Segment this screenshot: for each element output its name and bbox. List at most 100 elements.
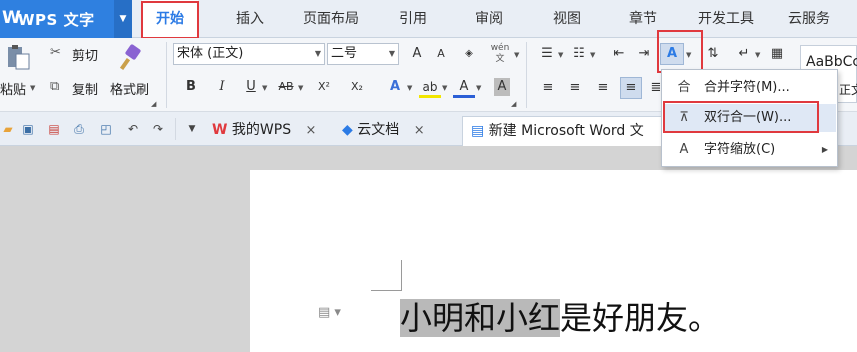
numbering-icon[interactable]: ☷	[568, 43, 590, 65]
app-name: WPS 文字	[18, 11, 95, 29]
underline-dropdown-icon[interactable]: ▼	[262, 84, 267, 92]
tab-insert[interactable]: 插入	[225, 0, 275, 38]
menu-item-label: 合并字符(M)...	[704, 80, 790, 95]
submenu-arrow-icon: ▶	[821, 145, 828, 154]
tab-page-layout[interactable]: 页面布局	[295, 0, 367, 38]
document-text-line[interactable]: 小明和小红是好朋友。	[400, 293, 720, 339]
tab-developer[interactable]: 开发工具	[690, 0, 762, 38]
phonetic-guide-button[interactable]: wén 文	[485, 43, 515, 65]
menu-item-combine-chars[interactable]: 合 合并字符(M)...	[664, 74, 836, 102]
print-preview-icon[interactable]: ◰	[98, 121, 114, 137]
tab-cloud-docs[interactable]: ◆ 云文档 ×	[342, 116, 425, 146]
open-folder-icon[interactable]: ▰	[0, 121, 16, 137]
font-name-select[interactable]: 宋体 (正文) ▼	[173, 43, 325, 65]
group-separator	[526, 42, 527, 108]
align-left-icon[interactable]: ≡	[537, 77, 559, 99]
superscript-button[interactable]: X²	[313, 76, 335, 98]
close-icon[interactable]: ×	[414, 123, 425, 138]
decrease-indent-icon[interactable]: ⇤	[608, 43, 630, 65]
menu-item-label: 字符缩放(C)	[704, 142, 776, 157]
justify-icon[interactable]: ≡	[620, 77, 642, 99]
bullets-icon[interactable]: ☰	[536, 43, 558, 65]
selected-text[interactable]: 小明和小红	[400, 299, 561, 337]
scissors-icon: ✂	[50, 45, 61, 60]
char-shading-button[interactable]: A	[494, 78, 510, 96]
tab-chapter[interactable]: 章节	[620, 0, 666, 38]
document-text[interactable]: 是好朋友。	[560, 299, 720, 337]
align-right-icon[interactable]: ≡	[592, 77, 614, 99]
char-scaling-icon: A	[679, 142, 689, 157]
paste-label[interactable]: 粘贴	[0, 79, 26, 98]
close-icon[interactable]: ×	[306, 123, 317, 138]
tab-home[interactable]: 开始	[142, 0, 198, 38]
chevron-down-icon: ▼	[314, 49, 321, 58]
bold-button[interactable]: B	[180, 76, 202, 98]
increase-indent-icon[interactable]: ⇥	[633, 43, 655, 65]
app-menu-button[interactable]: W WPS 文字 ▼	[0, 0, 132, 38]
align-center-icon[interactable]: ≡	[564, 77, 586, 99]
font-size-value: 二号	[331, 46, 358, 61]
font-color-button[interactable]: A	[453, 76, 475, 98]
tab-my-wps[interactable]: W 我的WPS ×	[212, 116, 316, 146]
strikethrough-button[interactable]: AB	[275, 76, 297, 98]
strikethrough-dropdown-icon[interactable]: ▼	[298, 84, 303, 92]
numbering-dropdown-icon[interactable]: ▼	[590, 51, 595, 59]
format-painter-label[interactable]: 格式刷	[110, 79, 149, 98]
tab-my-wps-label: 我的WPS	[231, 122, 292, 138]
paste-dropdown-icon[interactable]: ▼	[30, 84, 35, 92]
chinese-layout-menu: 合 合并字符(M)... ⊼ 双行合一(W)... A 字符缩放(C) ▶	[661, 69, 838, 167]
font-color-dropdown-icon[interactable]: ▼	[476, 84, 481, 92]
subscript-button[interactable]: X₂	[346, 76, 368, 98]
ribbon-tab-bar: W WPS 文字 ▼ 开始 插入 页面布局 引用 审阅 视图 章节 开发工具 云…	[0, 0, 857, 38]
italic-button[interactable]: I	[211, 76, 233, 98]
font-size-select[interactable]: 二号 ▼	[327, 43, 399, 65]
paragraph-handle-icon[interactable]: ▤ ▾	[318, 305, 341, 320]
tab-current-document-label: 新建 Microsoft Word 文	[488, 123, 644, 139]
menu-item-char-scaling[interactable]: A 字符缩放(C) ▶	[664, 136, 836, 164]
undo-icon[interactable]: ↶	[125, 121, 141, 137]
underline-button[interactable]: U	[240, 76, 262, 98]
style-preview-text: AaBbCc	[806, 54, 857, 70]
export-pdf-icon[interactable]: ▤	[46, 121, 62, 137]
grow-font-button[interactable]: A	[406, 43, 428, 65]
tab-view[interactable]: 视图	[544, 0, 590, 38]
redo-icon[interactable]: ↷	[150, 121, 166, 137]
cloud-cube-icon: ◆	[342, 122, 353, 138]
highlight-dropdown-icon[interactable]: ▼	[442, 84, 447, 92]
style-preview-name: 正文	[839, 83, 857, 97]
tab-references[interactable]: 引用	[390, 0, 436, 38]
format-painter-icon[interactable]	[118, 44, 146, 72]
table-borders-icon[interactable]: ▦	[766, 43, 788, 65]
save-icon[interactable]: ▣	[20, 121, 36, 137]
sort-icon[interactable]: ⇅	[702, 43, 724, 65]
clear-format-icon[interactable]: ◈	[458, 43, 480, 65]
font-dialog-launcher-icon[interactable]: ◢	[511, 100, 516, 108]
highlight-button[interactable]: ab	[419, 76, 441, 98]
text-effect-dropdown-icon[interactable]: ▼	[407, 84, 412, 92]
app-menu-arrow-icon[interactable]: ▼	[114, 0, 132, 38]
clipboard-dialog-launcher-icon[interactable]: ◢	[151, 100, 156, 108]
menu-item-two-lines-in-one[interactable]: ⊼ 双行合一(W)...	[664, 104, 836, 132]
copy-button[interactable]: 复制	[72, 79, 98, 98]
tab-current-document[interactable]: ▤ 新建 Microsoft Word 文	[462, 116, 662, 146]
copy-icon: ⧉	[50, 79, 60, 94]
cut-button[interactable]: 剪切	[72, 45, 98, 64]
show-marks-dropdown-icon[interactable]: ▼	[755, 51, 760, 59]
text-effect-button[interactable]: A	[384, 76, 406, 98]
phonetic-dropdown-icon[interactable]: ▼	[514, 51, 519, 59]
customize-toolbar-icon[interactable]: ▼	[184, 121, 200, 137]
tab-review[interactable]: 审阅	[466, 0, 512, 38]
print-icon[interactable]: ⎙	[71, 121, 87, 137]
menu-item-label: 双行合一(W)...	[704, 110, 792, 125]
tab-cloud-service[interactable]: 云服务	[778, 0, 840, 38]
bullets-dropdown-icon[interactable]: ▼	[558, 51, 563, 59]
word-doc-icon: ▤	[471, 123, 485, 139]
show-marks-icon[interactable]: ↵	[733, 43, 755, 65]
wps-logo-icon: W	[212, 122, 228, 138]
chinese-layout-dropdown-icon[interactable]: ▼	[686, 51, 691, 59]
combine-chars-icon: 合	[677, 80, 691, 95]
group-separator	[166, 42, 167, 108]
paste-icon[interactable]	[4, 44, 32, 72]
chinese-layout-button[interactable]: A	[660, 43, 684, 65]
shrink-font-button[interactable]: A	[430, 43, 452, 65]
